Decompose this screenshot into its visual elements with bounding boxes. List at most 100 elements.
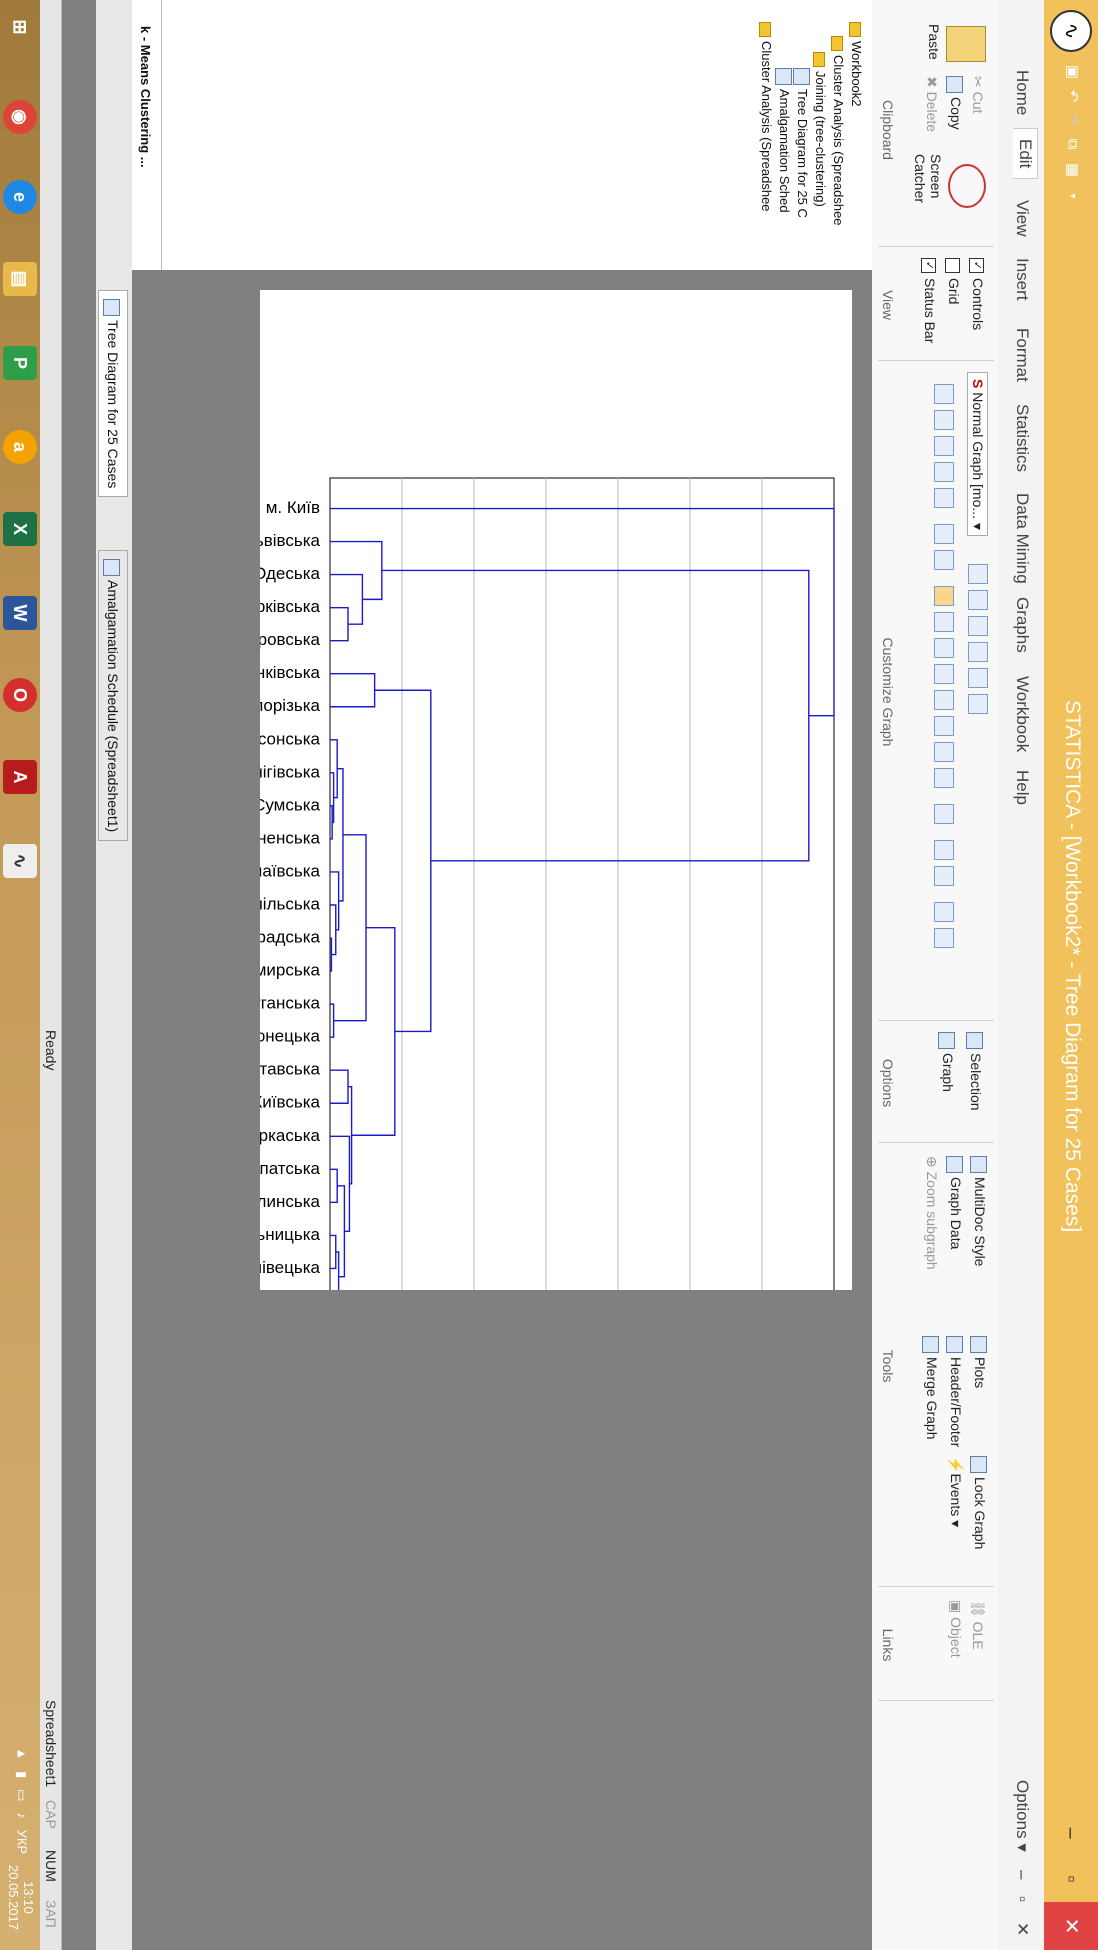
qat-dropdown-icon[interactable]: ▾: [1062, 186, 1082, 206]
statistica-icon[interactable]: ∿: [3, 844, 37, 878]
tab-graphs[interactable]: Graphs: [1012, 597, 1032, 653]
ie-icon[interactable]: e: [3, 180, 37, 214]
zoom-icon[interactable]: [934, 384, 954, 404]
reset-icon[interactable]: [934, 436, 954, 456]
explorer-icon[interactable]: ▤: [3, 262, 37, 296]
tray-expand-icon[interactable]: ▲: [15, 1747, 30, 1760]
graph-layout-icon[interactable]: [968, 642, 988, 662]
text-tool-icon[interactable]: [934, 612, 954, 632]
merge-graph-button[interactable]: Merge Graph: [922, 1336, 940, 1439]
tab-insert[interactable]: Insert: [1012, 258, 1032, 301]
freehand-tool-icon[interactable]: [934, 716, 954, 736]
tab-edit[interactable]: Edit: [1013, 128, 1038, 180]
opera-icon[interactable]: O: [3, 678, 37, 712]
battery-icon[interactable]: ▭: [15, 1789, 30, 1801]
project-icon[interactable]: P: [3, 346, 37, 380]
object-button[interactable]: ▣ Object: [947, 1600, 964, 1658]
cut-button[interactable]: ✂ Cut: [969, 76, 986, 113]
close-button[interactable]: ✕: [1044, 1902, 1098, 1950]
ole-button[interactable]: ⛓ OLE: [969, 1600, 986, 1650]
window-arrange-icon[interactable]: ⧉: [1062, 134, 1082, 154]
graph-options-button[interactable]: Graph: [938, 1032, 956, 1092]
tree-item-cluster-analysis-1[interactable]: Cluster Analysis (Spreadshee: [831, 36, 846, 226]
selection-button[interactable]: Selection: [966, 1032, 984, 1111]
brush-tool-icon[interactable]: [934, 742, 954, 762]
tab-view[interactable]: View: [1012, 200, 1032, 237]
minimize-button[interactable]: –: [1044, 1810, 1098, 1856]
layout-icon[interactable]: ▦: [1062, 160, 1082, 180]
restore-button[interactable]: ▫: [1044, 1856, 1098, 1902]
zoom-subgraph-button[interactable]: ⊕ Zoom subgraph: [923, 1156, 940, 1270]
paste-button[interactable]: Paste: [926, 24, 942, 60]
delete-button[interactable]: ✖ Delete: [923, 76, 940, 132]
tree-item-tree-diagram[interactable]: Tree Diagram for 25 C: [792, 68, 810, 218]
save-icon[interactable]: ▣: [1062, 62, 1082, 82]
status-bar-checkbox[interactable]: ✓ Status Bar: [921, 258, 938, 343]
zoom-in-icon[interactable]: [968, 564, 988, 584]
header-footer-button[interactable]: Header/Footer: [946, 1336, 964, 1447]
tab-tree-diagram[interactable]: Tree Diagram for 25 Cases: [98, 290, 128, 498]
tree-item-workbook[interactable]: Workbook2: [849, 22, 864, 107]
tab-format[interactable]: Format: [1012, 328, 1032, 382]
graph-data-button[interactable]: Graph Data: [946, 1156, 964, 1249]
clock[interactable]: 13:10 20.05.2017: [6, 1865, 36, 1930]
screen-catcher-icon[interactable]: [948, 164, 986, 208]
volume-icon[interactable]: ♪: [15, 1812, 30, 1819]
network-icon[interactable]: ▮: [15, 1771, 30, 1778]
marker-tool-icon[interactable]: [934, 768, 954, 788]
resize-icon[interactable]: [934, 488, 954, 508]
tab-help[interactable]: Help: [1012, 770, 1032, 805]
tab-data-mining[interactable]: Data Mining: [1012, 493, 1032, 584]
undo-icon[interactable]: ↶: [1062, 86, 1082, 106]
inner-minimize-button[interactable]: –: [1012, 1870, 1032, 1879]
controls-checkbox[interactable]: ✓ Controls: [969, 258, 986, 330]
inner-restore-button[interactable]: ▫: [1012, 1896, 1032, 1902]
graph-window[interactable]: 01234567Порогова відстаньм. КиївЛьвівськ…: [177, 290, 852, 1382]
grid-checkbox[interactable]: Grid: [945, 258, 962, 304]
start-icon[interactable]: ⊞: [3, 10, 37, 44]
curve-tool-icon[interactable]: [934, 690, 954, 710]
kmeans-tab[interactable]: k - Means Clustering ...: [138, 26, 153, 168]
line-chart-icon[interactable]: [968, 694, 988, 714]
word-icon[interactable]: W: [3, 596, 37, 630]
lock-graph-button[interactable]: Lock Graph: [970, 1456, 988, 1549]
line-tool-icon[interactable]: [934, 638, 954, 658]
align-icon[interactable]: [934, 840, 954, 860]
tab-workbook[interactable]: Workbook: [1012, 676, 1032, 752]
events-button[interactable]: ⚡Events ▾: [947, 1456, 964, 1527]
settings-icon[interactable]: [934, 462, 954, 482]
scatter-icon[interactable]: [968, 668, 988, 688]
increase-font-icon[interactable]: [934, 524, 954, 544]
inner-close-button[interactable]: ✕: [1012, 1922, 1032, 1936]
tab-amalgamation[interactable]: Amalgamation Schedule (Spreadsheet1): [98, 550, 128, 842]
tab-home[interactable]: Home: [1012, 70, 1032, 115]
tree-item-amalgamation[interactable]: Amalgamation Sched: [774, 68, 792, 213]
screen-catcher-button[interactable]: Screen Catcher: [912, 154, 944, 244]
zoom-out-icon[interactable]: [968, 590, 988, 610]
acrobat-icon[interactable]: A: [3, 760, 37, 794]
unzoom-icon[interactable]: [934, 410, 954, 430]
order-icon[interactable]: [934, 866, 954, 886]
chrome-icon[interactable]: ◉: [3, 100, 37, 134]
paste-icon[interactable]: [946, 26, 986, 62]
send-back-icon[interactable]: [934, 928, 954, 948]
options-menu[interactable]: Options ▾: [1012, 1780, 1032, 1852]
tab-statistics[interactable]: Statistics: [1012, 404, 1032, 472]
language-indicator[interactable]: УКР: [15, 1830, 30, 1855]
multidoc-button[interactable]: MultiDoc Style: [970, 1156, 988, 1266]
tree-item-cluster-analysis-2[interactable]: Cluster Analysis (Spreadshee: [759, 22, 774, 212]
bring-front-icon[interactable]: [934, 902, 954, 922]
copy-button[interactable]: Copy: [946, 76, 964, 130]
graph-view-icon[interactable]: [968, 616, 988, 636]
tree-item-joining[interactable]: Joining (tree-clustering): [813, 52, 828, 207]
avast-icon[interactable]: a: [3, 430, 37, 464]
pointer-icon[interactable]: [934, 586, 954, 606]
plots-button[interactable]: Plots: [970, 1336, 988, 1388]
redo-icon[interactable]: ↷: [1062, 110, 1082, 130]
arrow-tool-icon[interactable]: [934, 664, 954, 684]
statistica-app-icon[interactable]: ∿: [1050, 10, 1092, 52]
excel-icon[interactable]: X: [3, 512, 37, 546]
decrease-font-icon[interactable]: [934, 550, 954, 570]
graph-style-dropdown[interactable]: S Normal Graph [mo... ▾: [967, 372, 988, 536]
embed-icon[interactable]: [934, 804, 954, 824]
